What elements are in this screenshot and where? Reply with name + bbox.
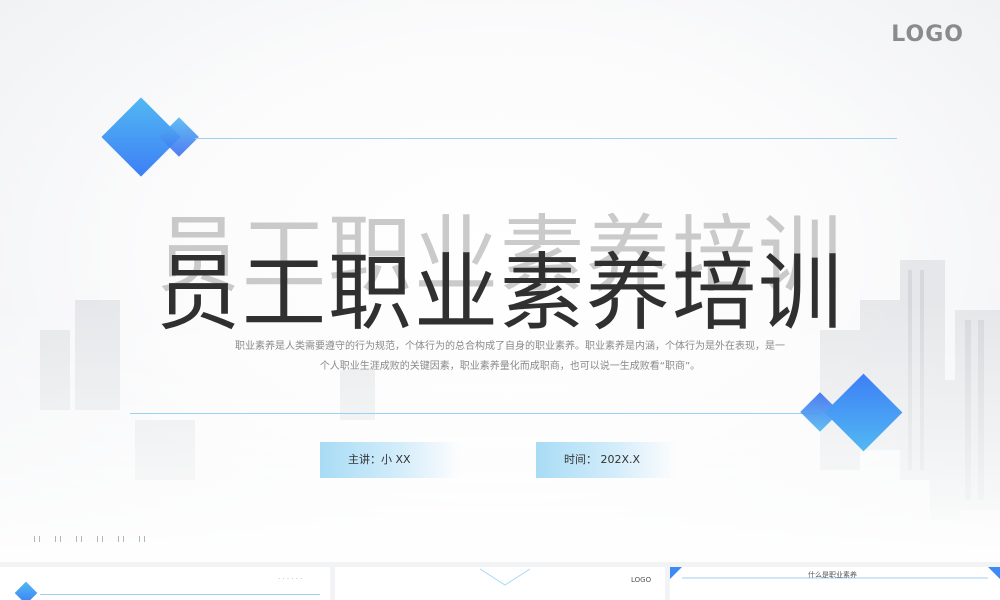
- description-line-2: 个人职业生涯成败的关键因素，职业素养量化而成职商，也可以说一生成败看“职商”。: [319, 361, 701, 372]
- thumbnail-slide-2[interactable]: LOGO: [335, 567, 665, 600]
- thumbnail-dots: · · · · · ·: [278, 575, 303, 583]
- description-text: 职业素养是人类需要遵守的行为规范，个体行为的总合构成了自身的职业素养。职业素养是…: [190, 337, 830, 377]
- thumbnail-logo: LOGO: [631, 576, 652, 584]
- speaker-box: 主讲：小 XX: [320, 442, 460, 478]
- slide-thumbnail-strip: · · · · · · LOGO 什么是职业素养: [0, 567, 1000, 600]
- pagination-dots: [34, 536, 145, 542]
- thumbnail-chevron-icon: [479, 568, 531, 586]
- bottom-divider-line: [130, 413, 820, 414]
- thumbnail-slide-1[interactable]: · · · · · ·: [0, 567, 330, 600]
- slide-title: 员工职业素养培训: [155, 244, 844, 342]
- page-dot[interactable]: [139, 536, 145, 542]
- logo-text: LOGO: [891, 22, 964, 47]
- page-dot[interactable]: [55, 536, 61, 542]
- thumbnail-slide-3[interactable]: 什么是职业素养: [670, 567, 1000, 600]
- description-line-1: 职业素养是人类需要遵守的行为规范，个体行为的总合构成了自身的职业素养。职业素养是…: [235, 341, 785, 352]
- page-dot[interactable]: [76, 536, 82, 542]
- thumbnail-line: [40, 594, 320, 595]
- thumbnail-title: 什么是职业素养: [808, 571, 857, 579]
- page-dot[interactable]: [118, 536, 124, 542]
- date-box: 时间： 202X.X: [536, 442, 676, 478]
- thumbnail-diamond-icon: [14, 581, 38, 600]
- page-dot[interactable]: [34, 536, 40, 542]
- top-divider-line: [195, 138, 897, 139]
- page-dot[interactable]: [97, 536, 103, 542]
- slide-canvas[interactable]: LOGO 员工职业素养培训 员工职业素养培训 职业素养是人类需要遵守的行为规范，…: [0, 0, 1000, 562]
